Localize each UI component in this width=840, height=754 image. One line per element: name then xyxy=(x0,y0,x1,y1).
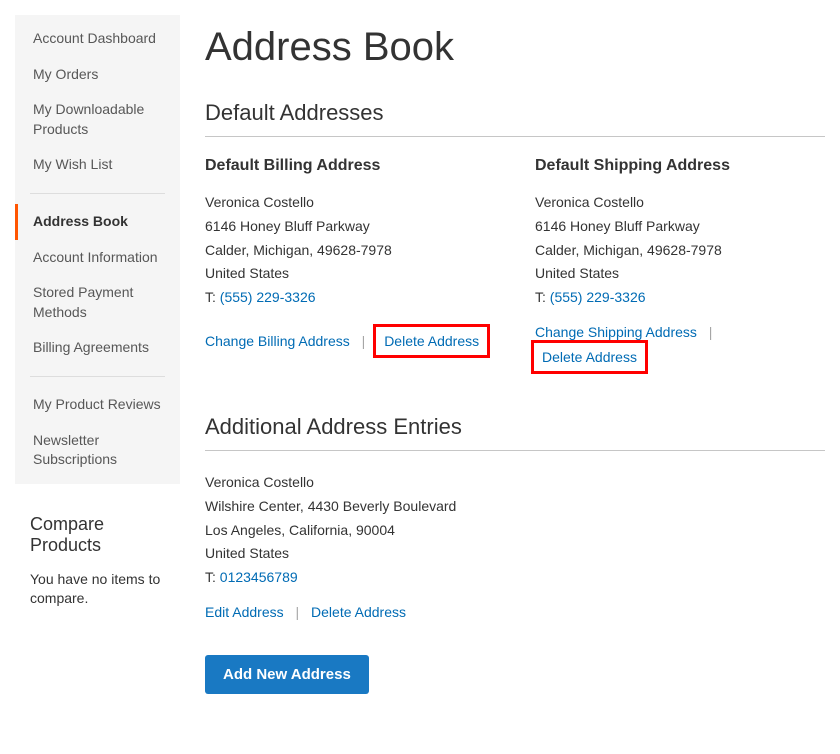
page-title: Address Book xyxy=(205,25,825,70)
delete-additional-link[interactable]: Delete Address xyxy=(311,604,406,620)
additional-city-line: Los Angeles, California, 90004 xyxy=(205,519,825,543)
compare-title: Compare Products xyxy=(30,514,165,556)
change-shipping-link[interactable]: Change Shipping Address xyxy=(535,324,697,340)
highlight-annotation: Delete Address xyxy=(531,340,648,374)
add-new-address-button[interactable]: Add New Address xyxy=(205,655,369,694)
shipping-name: Veronica Costello xyxy=(535,191,825,215)
action-separator: | xyxy=(296,604,300,620)
default-addresses-heading: Default Addresses xyxy=(205,100,825,137)
additional-street: Wilshire Center, 4430 Beverly Boulevard xyxy=(205,495,825,519)
delete-shipping-link[interactable]: Delete Address xyxy=(542,349,637,365)
compare-products-block: Compare Products You have no items to co… xyxy=(15,484,180,624)
billing-name: Veronica Costello xyxy=(205,191,495,215)
sidebar-item-downloadable-products[interactable]: My Downloadable Products xyxy=(15,92,180,147)
shipping-label: Default Shipping Address xyxy=(535,157,825,175)
sidebar-item-account-dashboard[interactable]: Account Dashboard xyxy=(15,15,180,57)
edit-address-link[interactable]: Edit Address xyxy=(205,604,284,620)
change-billing-link[interactable]: Change Billing Address xyxy=(205,333,350,349)
additional-name: Veronica Costello xyxy=(205,471,825,495)
shipping-street: 6146 Honey Bluff Parkway xyxy=(535,215,825,239)
default-billing-block: Default Billing Address Veronica Costell… xyxy=(205,157,495,374)
additional-phone-link[interactable]: 0123456789 xyxy=(220,569,298,585)
sidebar-nav: Account Dashboard My Orders My Downloada… xyxy=(15,15,180,484)
action-separator: | xyxy=(362,333,366,349)
additional-address-block: Veronica Costello Wilshire Center, 4430 … xyxy=(205,471,825,620)
sidebar-item-product-reviews[interactable]: My Product Reviews xyxy=(15,387,180,423)
sidebar-item-newsletter[interactable]: Newsletter Subscriptions xyxy=(15,423,180,484)
billing-country: United States xyxy=(205,262,495,286)
shipping-phone-prefix: T: xyxy=(535,289,550,305)
billing-street: 6146 Honey Bluff Parkway xyxy=(205,215,495,239)
additional-addresses-heading: Additional Address Entries xyxy=(205,414,825,451)
sidebar-item-account-information[interactable]: Account Information xyxy=(15,240,180,276)
sidebar-item-stored-payment[interactable]: Stored Payment Methods xyxy=(15,275,180,330)
billing-phone-link[interactable]: (555) 229-3326 xyxy=(220,289,316,305)
main-content: Address Book Default Addresses Default B… xyxy=(180,15,825,694)
sidebar-item-my-orders[interactable]: My Orders xyxy=(15,57,180,93)
highlight-annotation: Delete Address xyxy=(373,324,490,358)
sidebar-item-wish-list[interactable]: My Wish List xyxy=(15,147,180,183)
billing-phone-prefix: T: xyxy=(205,289,220,305)
compare-empty-text: You have no items to compare. xyxy=(30,570,165,609)
additional-phone-prefix: T: xyxy=(205,569,220,585)
shipping-city-line: Calder, Michigan, 49628-7978 xyxy=(535,239,825,263)
sidebar-divider xyxy=(30,193,165,194)
sidebar-divider xyxy=(30,376,165,377)
billing-city-line: Calder, Michigan, 49628-7978 xyxy=(205,239,495,263)
additional-country: United States xyxy=(205,542,825,566)
default-shipping-block: Default Shipping Address Veronica Costel… xyxy=(535,157,825,374)
delete-billing-link[interactable]: Delete Address xyxy=(384,333,479,349)
action-separator: | xyxy=(709,324,713,340)
shipping-country: United States xyxy=(535,262,825,286)
billing-label: Default Billing Address xyxy=(205,157,495,175)
sidebar-item-address-book[interactable]: Address Book xyxy=(15,204,180,240)
shipping-phone-link[interactable]: (555) 229-3326 xyxy=(550,289,646,305)
sidebar-item-billing-agreements[interactable]: Billing Agreements xyxy=(15,330,180,366)
